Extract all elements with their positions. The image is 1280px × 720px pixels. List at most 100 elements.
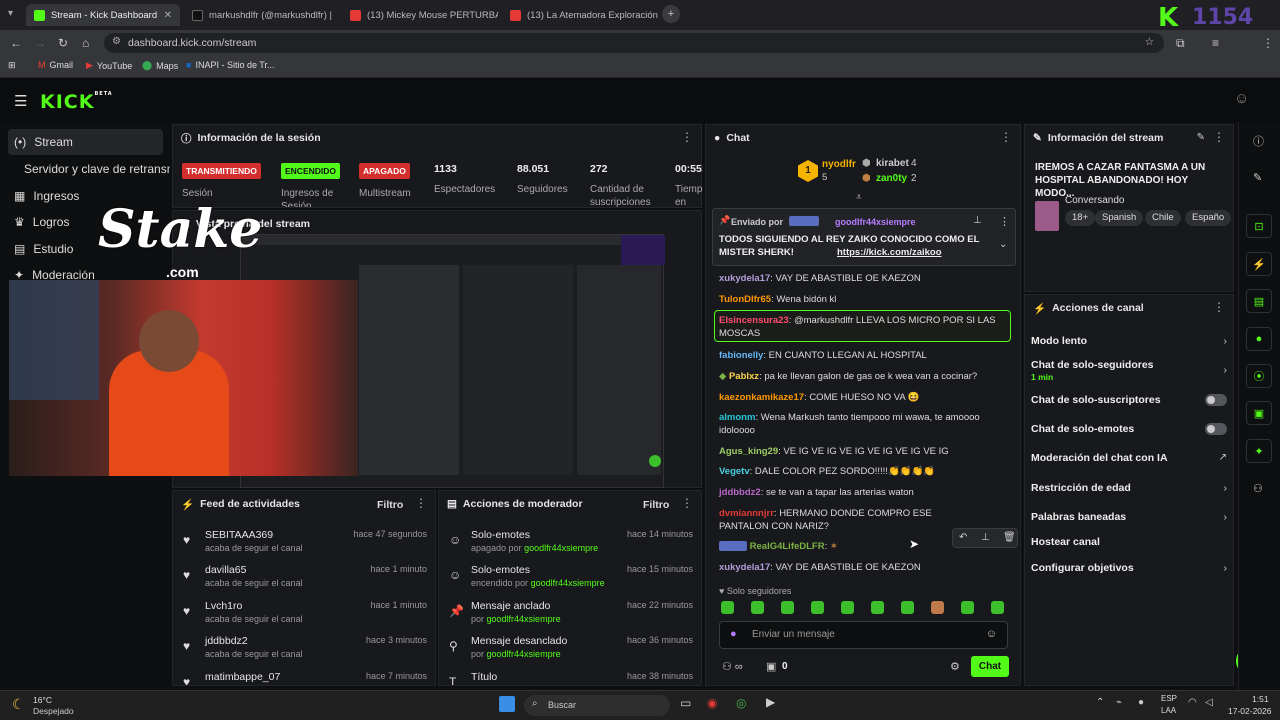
stream-category[interactable]: Conversando — [1065, 195, 1124, 206]
feed-user[interactable]: Lvch1ro — [205, 600, 242, 612]
rail-list-icon[interactable]: ▤ — [1246, 289, 1272, 313]
url-field[interactable]: ⚙ dashboard.kick.com/stream ☆ — [104, 33, 1164, 53]
subscribers-only-toggle[interactable] — [1205, 394, 1227, 406]
site-info-icon[interactable]: ⚙ — [112, 36, 121, 47]
emote-icon[interactable] — [841, 601, 854, 614]
close-tab-icon[interactable]: ✕ — [158, 10, 172, 21]
rail-wrench-icon[interactable]: ✦ — [1246, 439, 1272, 463]
delete-icon[interactable]: 🗑 — [1003, 532, 1016, 543]
sidebar-item-stream[interactable]: (•) Stream — [8, 129, 163, 155]
apps-grid-icon[interactable]: ⊞ — [8, 60, 16, 71]
sidebar-item-server-key[interactable]: Servidor y clave de retransmisión — [18, 156, 170, 182]
forward-icon[interactable]: → — [34, 36, 46, 50]
chat-username[interactable]: dvmiannnjrr — [719, 508, 774, 519]
chat-settings-icon[interactable]: ⚙ — [950, 660, 960, 673]
rail-chat-icon[interactable]: ● — [1246, 327, 1272, 351]
taskbar-search[interactable]: ⌕ Buscar — [524, 695, 670, 716]
chevron-down-icon[interactable]: ⌄ — [999, 239, 1007, 250]
feed-user[interactable]: davilla65 — [205, 564, 246, 576]
leader-name[interactable]: nyodlfr — [822, 159, 856, 170]
leader-name[interactable]: zan0ty — [876, 173, 907, 184]
chat-username[interactable]: Vegetv — [719, 466, 750, 477]
rail-gift-icon[interactable]: ▣ — [1246, 401, 1272, 425]
chat-username[interactable]: Pablxz — [729, 371, 759, 382]
rail-crop-icon[interactable]: ⊡ — [1246, 214, 1272, 238]
feed-filter-button[interactable]: Filtro — [377, 499, 403, 511]
chat-username[interactable]: TulonDlfr65 — [719, 294, 771, 305]
pinned-link[interactable]: https://kick.com/zaikoo — [837, 247, 942, 258]
volume-icon[interactable]: ◁ — [1205, 697, 1213, 708]
action-slow-mode[interactable]: Modo lento › — [1031, 335, 1227, 347]
action-host-channel[interactable]: Hostear canal — [1031, 536, 1227, 548]
browser-tab[interactable]: (13) La Atemadora Exploración ✕ — [502, 4, 658, 26]
action-followers-only[interactable]: Chat de solo-seguidores › — [1031, 359, 1227, 376]
feed-user[interactable]: matimbappe_07 — [205, 671, 280, 683]
send-chat-button[interactable]: Chat — [971, 656, 1009, 677]
windows-start-icon[interactable] — [499, 696, 515, 712]
feed-user[interactable]: jddbbdz2 — [205, 635, 248, 647]
rail-broadcast-icon[interactable]: ⦿ — [1246, 364, 1272, 388]
chat-username[interactable]: fabionelly — [719, 350, 763, 361]
pinned-user[interactable]: goodlfr44xsiempre — [835, 217, 916, 227]
chat-username[interactable]: kaezonkamikaze17 — [719, 392, 804, 403]
tray-chevron-icon[interactable]: ⌃ — [1096, 697, 1104, 708]
user-avatar-icon[interactable]: ☺ — [1234, 90, 1249, 107]
stream-tag[interactable]: 18+ — [1065, 210, 1096, 226]
edit-pencil-icon[interactable]: ✎ — [1253, 171, 1262, 184]
emote-icon[interactable] — [901, 601, 914, 614]
chat-username[interactable]: almonm — [719, 412, 755, 423]
emote-icon[interactable] — [751, 601, 764, 614]
browser-tab[interactable]: (13) Mickey Mouse PERTURBA ✕ — [342, 4, 498, 26]
action-configure-goals[interactable]: Configurar objetivos › — [1031, 562, 1227, 574]
media-icon[interactable]: ≡ — [1212, 36, 1219, 50]
weather-temp[interactable]: 16°C — [33, 695, 52, 705]
chat-username[interactable]: xukydela17 — [719, 562, 770, 573]
network-icon[interactable]: ⌁ — [1116, 697, 1122, 708]
kebab-menu-icon[interactable]: ⋮ — [1213, 131, 1225, 143]
action-emotes-only[interactable]: Chat de solo-emotes — [1031, 423, 1227, 435]
emote-icon[interactable] — [961, 601, 974, 614]
emoji-picker-icon[interactable]: ☺ — [986, 628, 997, 640]
microphone-icon[interactable]: ● — [730, 628, 737, 640]
kebab-menu-icon[interactable]: ⋮ — [681, 497, 693, 509]
pin-icon[interactable]: ⊥ — [981, 532, 990, 543]
emotes-only-toggle[interactable] — [1205, 423, 1227, 435]
users-icon[interactable]: ⚇ ∞ — [722, 660, 743, 673]
action-age-restriction[interactable]: Restricción de edad › — [1031, 482, 1227, 494]
kebab-menu-icon[interactable]: ⋮ — [1000, 131, 1012, 143]
emote-icon[interactable] — [811, 601, 824, 614]
browser-tab[interactable]: Stream - Kick Dashboard ✕ — [26, 4, 180, 26]
action-ai-moderation[interactable]: Moderación del chat con IA ↗ — [1031, 452, 1227, 464]
reply-icon[interactable]: ↶ — [959, 532, 967, 543]
media-player-icon[interactable]: ▶ — [766, 695, 775, 709]
chat-input-box[interactable]: ● Enviar un mensaje ☺ — [719, 621, 1008, 649]
chrome-icon[interactable]: ◎ — [736, 696, 746, 710]
close-tab-icon[interactable]: ✕ — [332, 10, 339, 21]
bookmark-gmail[interactable]: M Gmail — [38, 60, 73, 70]
rail-add-icon[interactable]: ⚇ — [1253, 482, 1263, 495]
extensions-icon[interactable]: ⧉ — [1176, 36, 1185, 51]
action-subscribers-only[interactable]: Chat de solo-suscriptores — [1031, 394, 1227, 406]
edit-pencil-icon[interactable]: ✎ — [1197, 132, 1205, 143]
gift-box-icon[interactable]: ▣ — [766, 660, 776, 673]
menu-kebab-icon[interactable]: ⋮ — [1262, 36, 1274, 50]
chat-username[interactable]: RealG4LifeDLFR — [750, 541, 825, 552]
browser-tab[interactable]: markushdlfr (@markushdlfr) | ✕ — [184, 4, 338, 26]
mod-user-link[interactable]: goodlfr44xsiempre — [487, 649, 561, 659]
mod-user-link[interactable]: goodlfr44xsiempre — [531, 578, 605, 588]
kick-logo[interactable]: KICKBETA — [40, 91, 113, 113]
clock-date[interactable]: 17-02-2026 — [1228, 706, 1271, 716]
bookmark-star-icon[interactable]: ☆ — [1145, 36, 1154, 48]
tab-search-icon[interactable]: ▾ — [8, 8, 13, 19]
bookmark-maps[interactable]: ⬤ Maps — [142, 60, 178, 71]
emote-icon[interactable] — [991, 601, 1004, 614]
language-code[interactable]: ESP — [1161, 694, 1177, 703]
home-icon[interactable]: ⌂ — [82, 36, 89, 50]
expand-leaderboard-icon[interactable]: ⩡ — [856, 192, 862, 203]
emote-icon[interactable] — [781, 601, 794, 614]
hamburger-menu-icon[interactable]: ☰ — [14, 92, 27, 110]
reload-icon[interactable]: ↻ — [58, 36, 68, 50]
wifi-icon[interactable]: ◠ — [1188, 697, 1197, 708]
new-tab-button[interactable]: + — [662, 5, 680, 23]
chat-username[interactable]: Elsincensura23 — [719, 315, 789, 326]
